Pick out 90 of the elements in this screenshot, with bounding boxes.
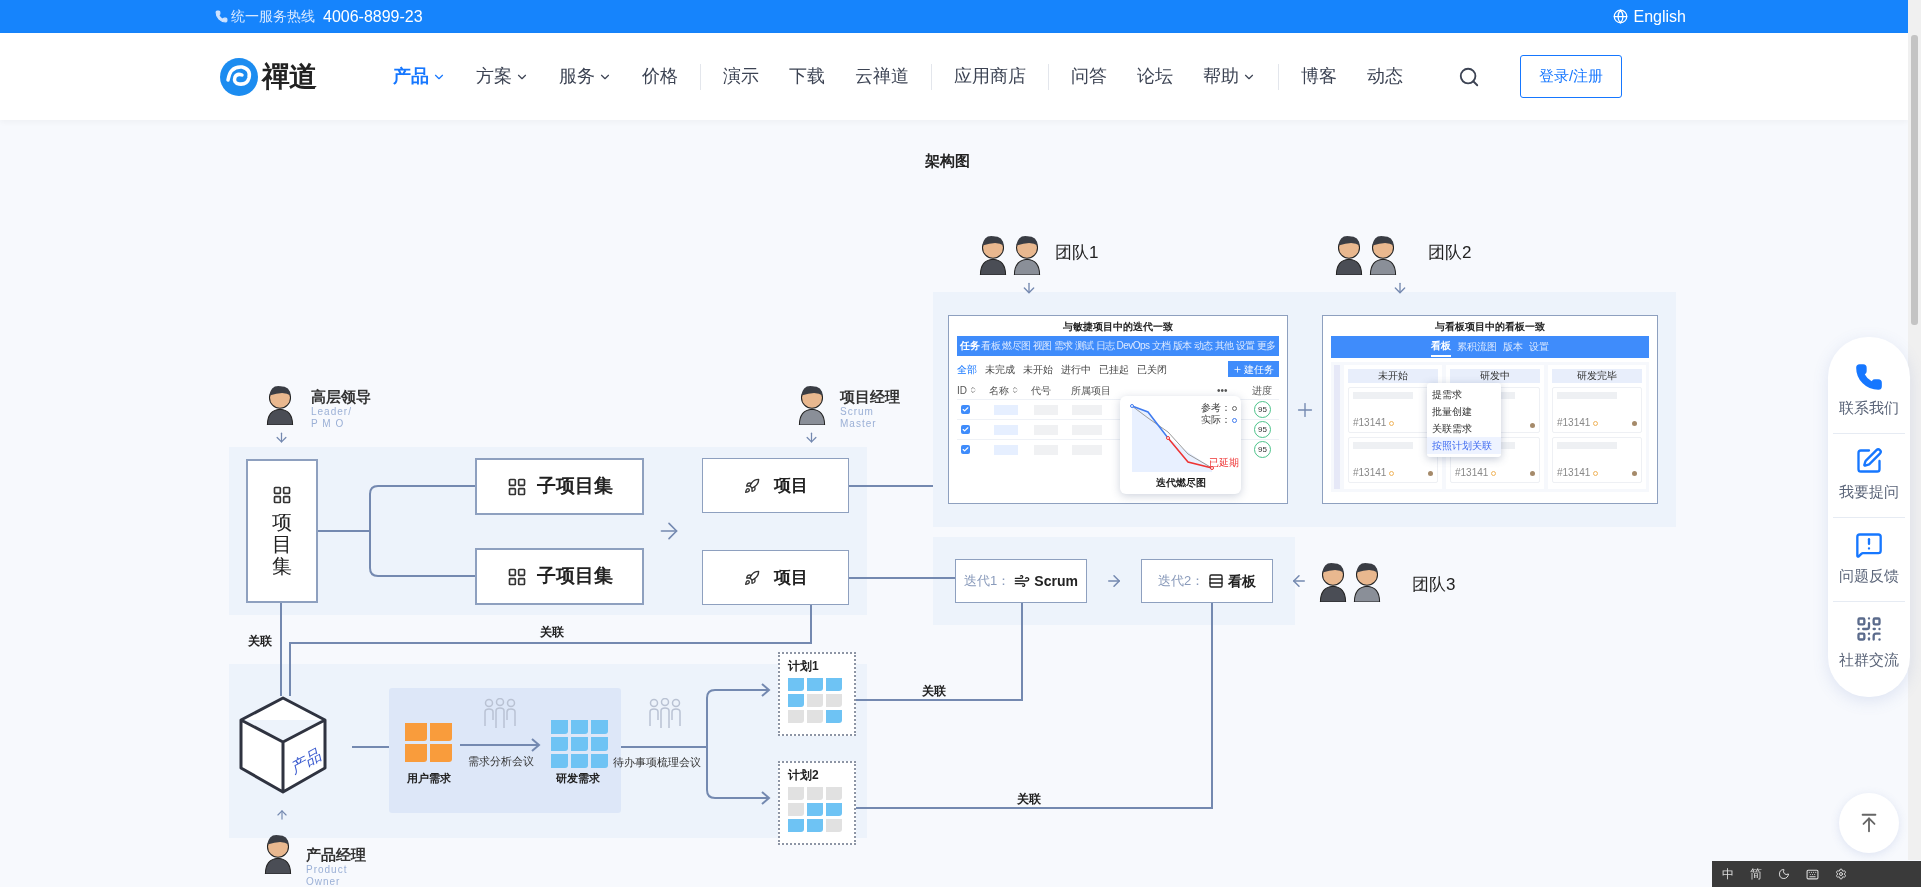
sub-program-label: 子项目集 — [536, 474, 613, 499]
screenshot-title: 与看板项目中的看板一致 — [1434, 320, 1546, 334]
nav-item[interactable]: 应用商店 — [954, 63, 1026, 90]
team-label: 团队3 — [1412, 574, 1456, 596]
sidebar-item[interactable]: 我要提问 — [1833, 433, 1905, 517]
iteration-prefix: 迭代1： — [964, 572, 1011, 591]
backlog-label: 研发需求 — [556, 771, 600, 786]
nav-item[interactable]: 演示 — [723, 63, 759, 90]
card-number: #13141 — [1353, 418, 1387, 428]
role-subtitle: Leader/ — [311, 406, 353, 418]
nav-item[interactable]: 论坛 — [1137, 63, 1173, 90]
ime-mode[interactable]: 中 — [1722, 865, 1734, 883]
sidebar-item[interactable]: 社群交流 — [1833, 601, 1905, 685]
team-label: 团队1 — [1055, 242, 1099, 264]
column-header: 未开始 — [1348, 369, 1438, 383]
tab[interactable]: 任务 — [960, 336, 979, 356]
column-header: 代号 — [1031, 383, 1051, 398]
hotline-label: 统一服务热线 — [231, 7, 315, 26]
tab[interactable]: 看板 — [1431, 337, 1451, 357]
nav-item[interactable]: 方案 — [476, 63, 529, 90]
plan-label: 计划2 — [788, 767, 820, 783]
iteration-method: 看板 — [1228, 571, 1257, 591]
column-header: 研发完毕 — [1552, 369, 1642, 383]
nav-item[interactable]: 博客 — [1301, 63, 1337, 90]
language-link[interactable]: English — [1612, 4, 1686, 29]
plan-label: 计划1 — [788, 658, 820, 674]
card-number: #13141 — [1455, 468, 1489, 478]
role-subtitle: Product — [306, 864, 349, 876]
screenshot-title: 与敏捷项目中的迭代一致 — [1062, 320, 1174, 334]
menu-item[interactable]: 批量创建 — [1427, 403, 1501, 420]
login-button[interactable]: 登录/注册 — [1520, 55, 1622, 98]
menu-item[interactable]: 关联需求 — [1427, 420, 1501, 437]
nav-item[interactable]: 服务 — [559, 63, 612, 90]
role-subtitle: Owner — [306, 876, 342, 887]
role-title: 项目经理 — [840, 388, 900, 406]
logo-text: 禪道 — [262, 58, 316, 95]
card-number: #13141 — [1557, 418, 1591, 428]
ime-mode[interactable]: 简 — [1750, 865, 1762, 883]
chart-caption: 迭代燃尽图 — [1154, 476, 1207, 490]
nav-item[interactable]: 问答 — [1071, 63, 1107, 90]
menu-item[interactable]: 按照计划关联 — [1427, 437, 1501, 454]
filter-tab[interactable]: 全部 — [957, 361, 977, 377]
column-header: ••• — [1217, 383, 1228, 398]
project-label: 项目 — [773, 474, 808, 497]
backlog-label: 需求分析会议 — [468, 754, 534, 769]
iteration-method: Scrum — [1034, 571, 1078, 591]
nav-item[interactable]: 价格 — [642, 63, 678, 90]
nav-item[interactable]: 下载 — [789, 63, 825, 90]
column-header: 进度 — [1252, 383, 1272, 398]
sub-program-label: 子项目集 — [536, 564, 613, 589]
hotline-number: 4006-8899-23 — [323, 6, 423, 27]
nav-item[interactable]: 帮助 — [1203, 63, 1256, 90]
backlog-label: 用户需求 — [407, 771, 451, 786]
program-label: 项目集 — [272, 511, 292, 577]
team-label: 团队2 — [1428, 242, 1472, 264]
role-subtitle: Scrum — [840, 406, 875, 418]
create-task-button[interactable]: 建任务 — [1228, 361, 1279, 377]
filter-tab[interactable]: 未完成 — [985, 361, 1015, 377]
role-subtitle: Master — [840, 418, 878, 430]
role-title: 高层领导 — [311, 388, 371, 406]
cube-label: 产品 — [286, 745, 325, 779]
legend-label: 实际： — [1201, 414, 1231, 426]
role-subtitle: P M O — [311, 418, 346, 430]
link-label: 关联 — [540, 624, 564, 641]
card-number: #13141 — [1353, 468, 1387, 478]
role-title: 产品经理 — [306, 846, 366, 864]
sidebar-item[interactable]: 联系我们 — [1833, 349, 1905, 433]
sidebar-item[interactable]: 问题反馈 — [1833, 517, 1905, 601]
link-label: 关联 — [248, 633, 272, 650]
filter-tab[interactable]: 进行中 — [1061, 361, 1091, 377]
legend-label: 参考： — [1201, 402, 1231, 414]
delay-tag: 已延期 — [1209, 458, 1239, 468]
card-number: #13141 — [1557, 468, 1591, 478]
iteration-prefix: 迭代2： — [1157, 572, 1205, 591]
nav-item[interactable]: 云禅道 — [855, 63, 909, 90]
nav-item[interactable]: 产品 — [393, 63, 446, 90]
filter-tab[interactable]: 未开始 — [1023, 361, 1053, 377]
page-title: 架构图 — [925, 151, 970, 171]
backlog-label: 待办事项梳理会议 — [613, 755, 701, 770]
project-label: 项目 — [773, 566, 808, 589]
column-header: 所属项目 — [1071, 383, 1111, 398]
column-header: 名称 — [989, 383, 1009, 398]
column-header: ID — [957, 383, 967, 398]
link-label: 关联 — [1017, 791, 1041, 808]
filter-tab[interactable]: 已关闭 — [1137, 361, 1167, 377]
filter-tab[interactable]: 已挂起 — [1099, 361, 1129, 377]
menu-item[interactable]: 提需求 — [1427, 386, 1501, 403]
nav-item[interactable]: 动态 — [1367, 63, 1403, 90]
link-label: 关联 — [922, 683, 946, 700]
column-header: 研发中 — [1450, 369, 1540, 383]
